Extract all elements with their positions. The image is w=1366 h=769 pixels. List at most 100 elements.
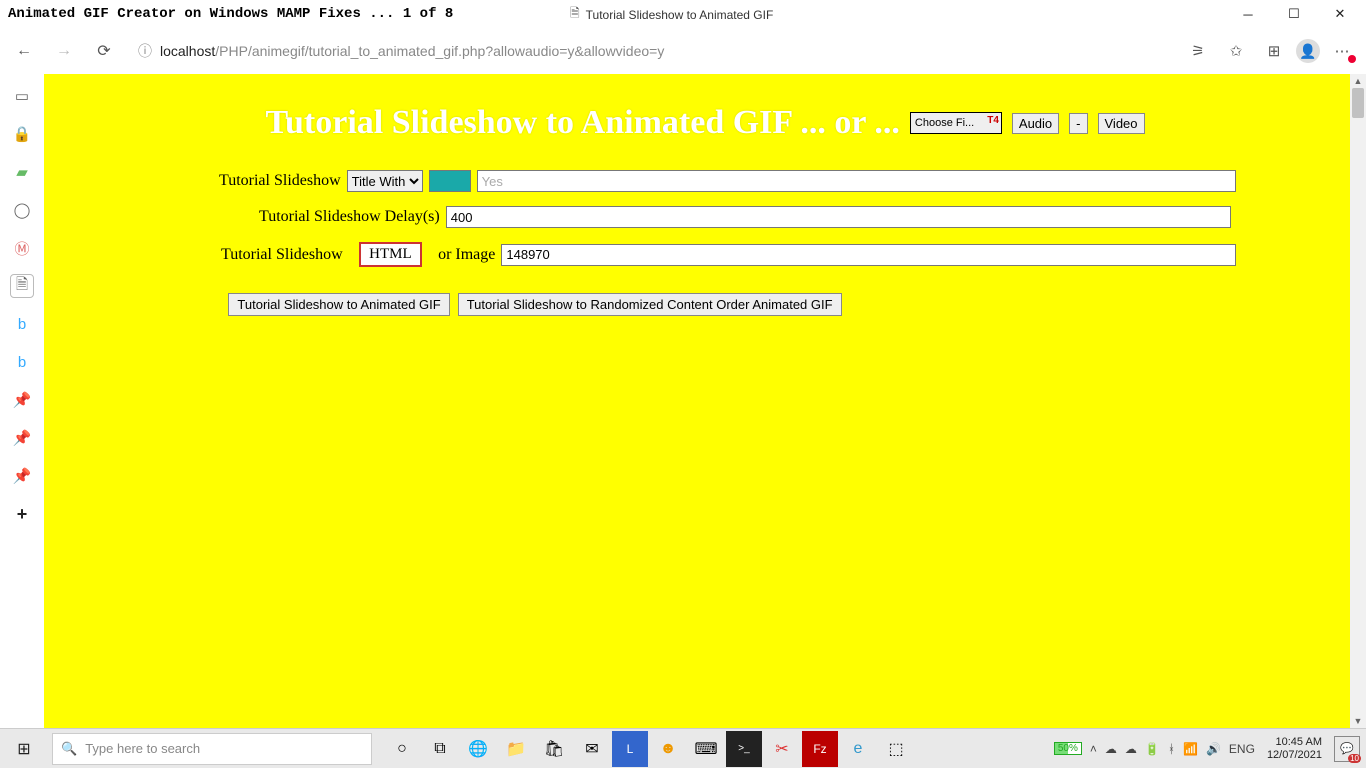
windows-taskbar: ⊞ 🔍 Type here to search ○ ⧉ 🌐 📁 🛍 ✉ L ☻ … bbox=[0, 728, 1366, 768]
tray-wifi-icon[interactable]: 📶 bbox=[1183, 742, 1198, 756]
source-label-a: Tutorial Slideshow bbox=[221, 246, 343, 264]
vertical-scrollbar[interactable]: ▲ ▼ bbox=[1350, 74, 1366, 728]
collections-icon[interactable]: ⊞ bbox=[1258, 35, 1290, 67]
notif-count: 10 bbox=[1348, 754, 1361, 763]
read-aloud-icon[interactable]: ⚞ bbox=[1182, 35, 1214, 67]
source-label-b: or Image bbox=[438, 246, 495, 264]
tray-onedrive-icon[interactable]: ☁ bbox=[1105, 742, 1117, 756]
toolbar-actions: ⚞ ✩ ⊞ 👤 ⋯ bbox=[1182, 35, 1358, 67]
form-row-delay: Tutorial Slideshow Delay(s) bbox=[44, 206, 1366, 228]
window-controls: ─ ☐ ✕ bbox=[1226, 0, 1362, 28]
task-ie-icon[interactable]: e bbox=[840, 731, 876, 767]
task-edge-icon[interactable]: 🌐 bbox=[460, 731, 496, 767]
window-titlebar: Animated GIF Creator on Windows MAMP Fix… bbox=[0, 0, 1366, 28]
tray-power-icon[interactable]: 🔋 bbox=[1145, 742, 1160, 756]
address-bar[interactable]: ⓘ localhost/PHP/animegif/tutorial_to_ani… bbox=[128, 35, 1174, 67]
tray-volume-icon[interactable]: 🔊 bbox=[1206, 742, 1221, 756]
title-select[interactable]: Title With bbox=[347, 170, 423, 192]
task-snip-icon[interactable]: ✂ bbox=[764, 731, 800, 767]
rail-m-icon[interactable]: Ⓜ bbox=[10, 236, 34, 260]
task-view-icon[interactable]: ⧉ bbox=[422, 731, 458, 767]
document-icon: 🗎 bbox=[570, 4, 580, 25]
tray-date: 12/07/2021 bbox=[1267, 749, 1322, 762]
form-row-source: Tutorial Slideshow HTML or Image bbox=[44, 242, 1366, 267]
rail-pin1-icon[interactable]: 📌 bbox=[10, 388, 34, 412]
task-store-icon[interactable]: 🛍 bbox=[536, 731, 572, 767]
tray-cloud-icon[interactable]: ☁ bbox=[1125, 742, 1137, 756]
file-chooser[interactable]: Choose Fi... T4 bbox=[910, 112, 1002, 134]
refresh-button[interactable]: ⟳ bbox=[88, 35, 120, 67]
rail-lock-icon[interactable]: 🔒 bbox=[10, 122, 34, 146]
tray-bluetooth-icon[interactable]: ᚼ bbox=[1168, 742, 1175, 756]
title-input[interactable] bbox=[477, 170, 1236, 192]
task-filezilla-icon[interactable]: Fz bbox=[802, 731, 838, 767]
tab-title: Tutorial Slideshow to Animated GIF bbox=[586, 8, 774, 22]
submit-row: Tutorial Slideshow to Animated GIF Tutor… bbox=[44, 293, 1366, 316]
tray-clock[interactable]: 10:45 AM 12/07/2021 bbox=[1263, 736, 1326, 762]
action-center-icon[interactable]: 💬10 bbox=[1334, 736, 1360, 762]
start-button[interactable]: ⊞ bbox=[0, 729, 48, 769]
page-content: Tutorial Slideshow to Animated GIF ... o… bbox=[44, 74, 1366, 316]
delay-input[interactable] bbox=[446, 206, 1231, 228]
rail-circle-icon[interactable]: ◯ bbox=[10, 198, 34, 222]
page-viewport: ▲ ▼ Tutorial Slideshow to Animated GIF .… bbox=[44, 74, 1366, 728]
taskbar-search[interactable]: 🔍 Type here to search bbox=[52, 733, 372, 765]
system-tray: 50% ˄ ☁ ☁ 🔋 ᚼ 📶 🔊 ENG 10:45 AM 12/07/202… bbox=[1054, 736, 1366, 762]
image-input[interactable] bbox=[501, 244, 1236, 266]
browser-sidebar-rail: ▭ 🔒 ▰ ◯ Ⓜ 🗎 b b 📌 📌 📌 + bbox=[0, 74, 44, 728]
delay-label: Tutorial Slideshow Delay(s) bbox=[259, 208, 440, 226]
remove-button[interactable]: - bbox=[1069, 113, 1087, 134]
form-row-title: Tutorial Slideshow Title With bbox=[44, 170, 1366, 192]
back-button[interactable]: ← bbox=[8, 35, 40, 67]
url-host: localhost bbox=[160, 43, 215, 59]
title-label: Tutorial Slideshow bbox=[219, 172, 341, 190]
file-chooser-badge: T4 bbox=[987, 115, 999, 126]
rail-pin2-icon[interactable]: 📌 bbox=[10, 426, 34, 450]
close-button[interactable]: ✕ bbox=[1318, 0, 1362, 28]
profile-icon[interactable]: 👤 bbox=[1296, 39, 1320, 63]
task-mail-icon[interactable]: ✉ bbox=[574, 731, 610, 767]
file-chooser-label: Choose Fi... bbox=[915, 117, 974, 129]
to-animated-gif-button[interactable]: Tutorial Slideshow to Animated GIF bbox=[228, 293, 449, 316]
maximize-button[interactable]: ☐ bbox=[1272, 0, 1316, 28]
color-swatch[interactable] bbox=[429, 170, 471, 192]
task-explorer-icon[interactable]: 📁 bbox=[498, 731, 534, 767]
site-info-icon[interactable]: ⓘ bbox=[138, 41, 152, 61]
html-button[interactable]: HTML bbox=[359, 242, 422, 267]
video-button[interactable]: Video bbox=[1098, 113, 1145, 134]
task-cortana-icon[interactable]: ○ bbox=[384, 731, 420, 767]
rail-b1-icon[interactable]: b bbox=[10, 312, 34, 336]
url-path: /PHP/animegif/tutorial_to_animated_gif.p… bbox=[215, 43, 664, 59]
taskbar-apps: ○ ⧉ 🌐 📁 🛍 ✉ L ☻ ⌨ >_ ✂ Fz e ⬚ bbox=[384, 731, 914, 767]
window-title: Animated GIF Creator on Windows MAMP Fix… bbox=[4, 6, 453, 22]
menu-icon[interactable]: ⋯ bbox=[1326, 35, 1358, 67]
task-app4-icon[interactable]: ⬚ bbox=[878, 731, 914, 767]
task-app3-icon[interactable]: ⌨ bbox=[688, 731, 724, 767]
rail-add-button[interactable]: + bbox=[10, 502, 34, 526]
heading-row: Tutorial Slideshow to Animated GIF ... o… bbox=[44, 74, 1366, 142]
search-icon: 🔍 bbox=[61, 741, 77, 757]
task-app1-icon[interactable]: L bbox=[612, 731, 648, 767]
rail-b2-icon[interactable]: b bbox=[10, 350, 34, 374]
search-placeholder: Type here to search bbox=[85, 741, 200, 756]
rail-app-icon[interactable]: ▰ bbox=[10, 160, 34, 184]
tray-time: 10:45 AM bbox=[1267, 736, 1322, 749]
rail-tab-icon[interactable]: ▭ bbox=[10, 84, 34, 108]
tray-chevron-icon[interactable]: ˄ bbox=[1090, 742, 1097, 756]
browser-toolbar: ← → ⟳ ⓘ localhost/PHP/animegif/tutorial_… bbox=[0, 28, 1366, 74]
audio-button[interactable]: Audio bbox=[1012, 113, 1059, 134]
scroll-down-icon[interactable]: ▼ bbox=[1350, 714, 1366, 728]
forward-button[interactable]: → bbox=[48, 35, 80, 67]
minimize-button[interactable]: ─ bbox=[1226, 0, 1270, 28]
alert-badge-icon bbox=[1348, 55, 1356, 63]
favorites-icon[interactable]: ✩ bbox=[1220, 35, 1252, 67]
to-randomized-gif-button[interactable]: Tutorial Slideshow to Randomized Content… bbox=[458, 293, 842, 316]
browser-tab[interactable]: 🗎 Tutorial Slideshow to Animated GIF bbox=[570, 4, 773, 25]
rail-pin3-icon[interactable]: 📌 bbox=[10, 464, 34, 488]
task-app2-icon[interactable]: ☻ bbox=[650, 731, 686, 767]
rail-page-icon[interactable]: 🗎 bbox=[10, 274, 34, 298]
task-terminal-icon[interactable]: >_ bbox=[726, 731, 762, 767]
battery-indicator[interactable]: 50% bbox=[1054, 742, 1082, 755]
tray-lang[interactable]: ENG bbox=[1229, 742, 1255, 756]
page-title: Tutorial Slideshow to Animated GIF ... o… bbox=[265, 104, 899, 142]
